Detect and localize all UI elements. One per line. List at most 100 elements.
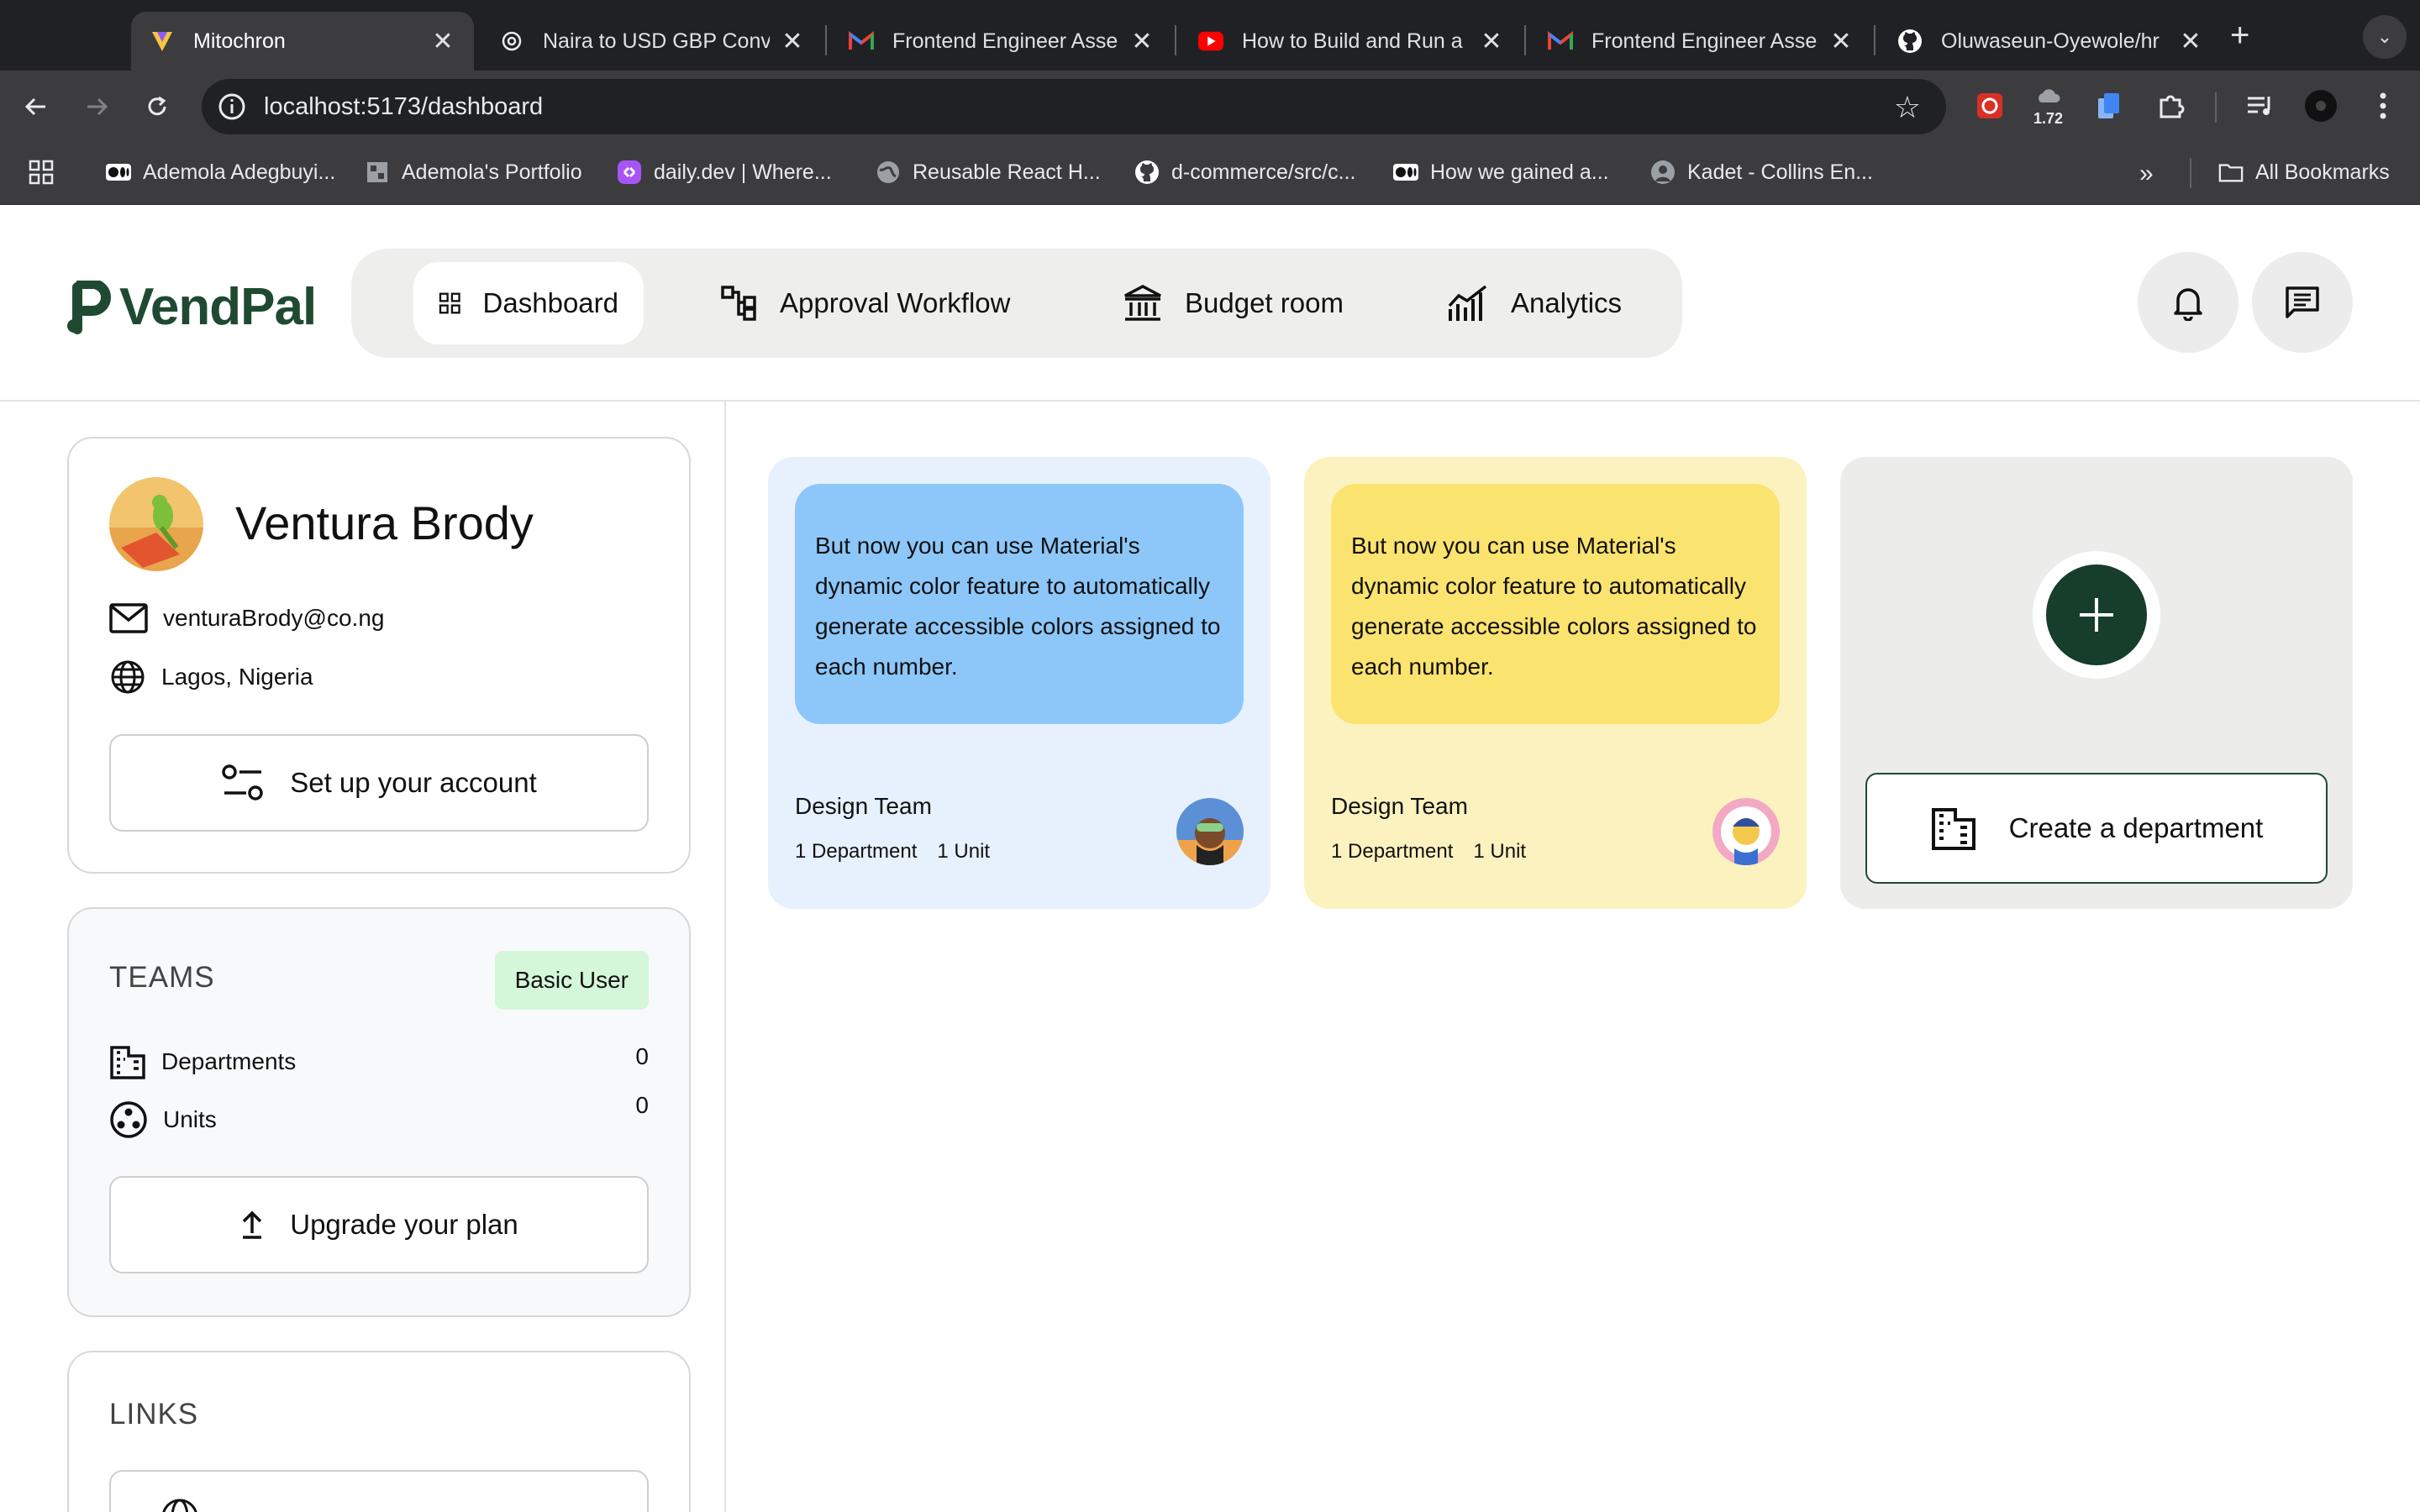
extensions-puzzle-icon[interactable] <box>2153 87 2190 124</box>
bookmark-item[interactable]: Ademola's Portfolio <box>365 160 582 185</box>
portfolio-icon <box>365 160 390 185</box>
nav-dashboard[interactable]: Dashboard <box>413 262 644 344</box>
team-avatar <box>1176 798 1244 865</box>
github-icon <box>1897 29 1923 54</box>
back-arrow-icon[interactable] <box>17 87 55 126</box>
avatar-image <box>109 477 203 571</box>
globe-icon <box>162 1499 197 1512</box>
tab-separator <box>825 25 827 55</box>
bookmark-label: Reusable React H... <box>913 160 1101 184</box>
user-name: Ventura Brody <box>235 496 534 549</box>
team-card[interactable]: But now you can use Material's dynamic c… <box>768 457 1270 909</box>
create-department-button[interactable]: Create a department <box>1865 773 2328 884</box>
add-department-button[interactable] <box>2046 564 2147 665</box>
teams-title: TEAMS <box>109 961 215 994</box>
browser-tab[interactable]: Naira to USD GBP Conve ✕ <box>481 12 823 71</box>
all-bookmarks-label: All Bookmarks <box>2255 160 2390 184</box>
tab-separator <box>1175 25 1176 55</box>
globe-icon <box>111 660 145 694</box>
notifications-button[interactable] <box>2138 252 2238 353</box>
chart-icon <box>1448 285 1487 321</box>
tab-title: Frontend Engineer Asse <box>1591 29 1818 53</box>
bookmark-item[interactable]: How we gained a... <box>1393 160 1609 185</box>
browser-tab[interactable]: How to Build and Run a ✕ <box>1180 12 1523 71</box>
close-tab-icon[interactable]: ✕ <box>780 27 805 56</box>
bookmark-item[interactable]: Reusable React H... <box>876 160 1101 185</box>
tab-separator <box>1874 25 1876 55</box>
dailydev-icon <box>617 160 642 185</box>
bookmark-star-icon[interactable]: ☆ <box>1894 90 1921 125</box>
team-avatar-image <box>1712 798 1780 865</box>
person-icon <box>1650 160 1676 185</box>
link-item[interactable] <box>109 1470 649 1512</box>
bookmark-label: Ademola Adegbuyi... <box>143 160 336 184</box>
units-label: Units <box>163 1106 217 1132</box>
openai-icon <box>499 29 524 54</box>
links-title: LINKS <box>109 1398 199 1431</box>
browser-menu-icon[interactable] <box>2365 87 2402 124</box>
all-bookmarks-button[interactable]: All Bookmarks <box>2218 160 2390 185</box>
team-units: 1 Unit <box>1473 840 1527 863</box>
team-card[interactable]: But now you can use Material's dynamic c… <box>1304 457 1807 909</box>
github-icon <box>1134 160 1160 185</box>
reload-icon[interactable] <box>138 87 176 126</box>
brand-name: VendPal <box>119 278 317 336</box>
user-avatar <box>109 477 203 571</box>
nav-approval-workflow[interactable]: Approval Workflow <box>696 262 1036 344</box>
browser-tab-bar: Mitochron ✕ Naira to USD GBP Conve ✕ Fro… <box>0 0 2420 71</box>
bookmark-item[interactable]: d-commerce/src/c... <box>1134 160 1355 185</box>
browser-toolbar: localhost:5173/dashboard ☆ <box>0 71 2420 143</box>
units-stat: Units 0 <box>109 1092 649 1139</box>
more-bookmarks-icon[interactable]: » <box>2139 160 2154 188</box>
apps-grid-icon[interactable] <box>29 160 54 185</box>
browser-tab[interactable]: Oluwaseun-Oyewole/hr ✕ <box>1879 12 2222 71</box>
browser-tab[interactable]: Frontend Engineer Asse ✕ <box>830 12 1173 71</box>
close-tab-icon[interactable]: ✕ <box>430 27 455 56</box>
team-avatar <box>1712 798 1780 865</box>
extension-red-icon[interactable] <box>1971 87 2008 124</box>
close-tab-icon[interactable]: ✕ <box>1828 27 1854 56</box>
new-tab-icon[interactable]: + <box>2230 17 2249 55</box>
mail-icon <box>109 603 148 633</box>
profile-avatar-icon[interactable] <box>2302 87 2339 124</box>
upgrade-plan-button[interactable]: Upgrade your plan <box>109 1176 649 1273</box>
close-tab-icon[interactable]: ✕ <box>2178 27 2203 56</box>
brand-logo[interactable]: VendPal <box>67 277 317 337</box>
browser-tab-active[interactable]: Mitochron ✕ <box>131 12 474 71</box>
profile-card: Ventura Brody venturaBrody@co.ng Lagos, … <box>67 437 691 874</box>
site-info-icon[interactable] <box>215 90 249 123</box>
team-card-description: But now you can use Material's dynamic c… <box>795 484 1244 724</box>
tab-search-icon[interactable]: ⌄ <box>2363 15 2407 59</box>
url-text[interactable]: localhost:5173/dashboard <box>264 93 543 121</box>
bookmark-item[interactable]: daily.dev | Where... <box>617 160 832 185</box>
create-department-label: Create a department <box>2008 812 2264 843</box>
building-icon <box>1931 808 1975 850</box>
gmail-icon <box>849 29 874 54</box>
extension-files-icon[interactable] <box>2091 87 2128 124</box>
nav-budget-room[interactable]: Budget room <box>1097 262 1369 344</box>
bookmark-item[interactable]: Ademola Adegbuyi... <box>106 160 335 185</box>
folder-icon <box>2218 160 2244 185</box>
browser-tab[interactable]: Frontend Engineer Asse ✕ <box>1529 12 1872 71</box>
upgrade-plan-label: Upgrade your plan <box>290 1209 518 1240</box>
forward-arrow-icon[interactable] <box>77 87 116 126</box>
setup-account-button[interactable]: Set up your account <box>109 734 649 832</box>
bookmark-item[interactable]: Kadet - Collins En... <box>1650 160 1873 185</box>
bookmark-label: Kadet - Collins En... <box>1687 160 1873 184</box>
nav-label: Budget room <box>1185 287 1344 318</box>
messages-button[interactable] <box>2252 252 2353 353</box>
toolbar-separator <box>2215 92 2217 123</box>
main-nav: Dashboard Approval Workflow Budget room … <box>351 249 1682 358</box>
extension-cloud-icon[interactable] <box>2030 77 2067 114</box>
mitochron-icon <box>150 29 175 54</box>
nav-analytics[interactable]: Analytics <box>1422 262 1647 344</box>
teams-card: TEAMS Basic User Departments 0 Units 0 U… <box>67 907 691 1317</box>
close-tab-icon[interactable]: ✕ <box>1129 27 1155 56</box>
team-name: Design Team <box>795 793 932 819</box>
address-bar[interactable]: localhost:5173/dashboard ☆ <box>202 79 1946 134</box>
units-icon <box>110 1101 147 1138</box>
tab-title: Mitochron <box>193 29 286 53</box>
media-queue-icon[interactable] <box>2242 87 2279 124</box>
close-tab-icon[interactable]: ✕ <box>1479 27 1504 56</box>
tab-title: Naira to USD GBP Conve <box>543 29 770 53</box>
